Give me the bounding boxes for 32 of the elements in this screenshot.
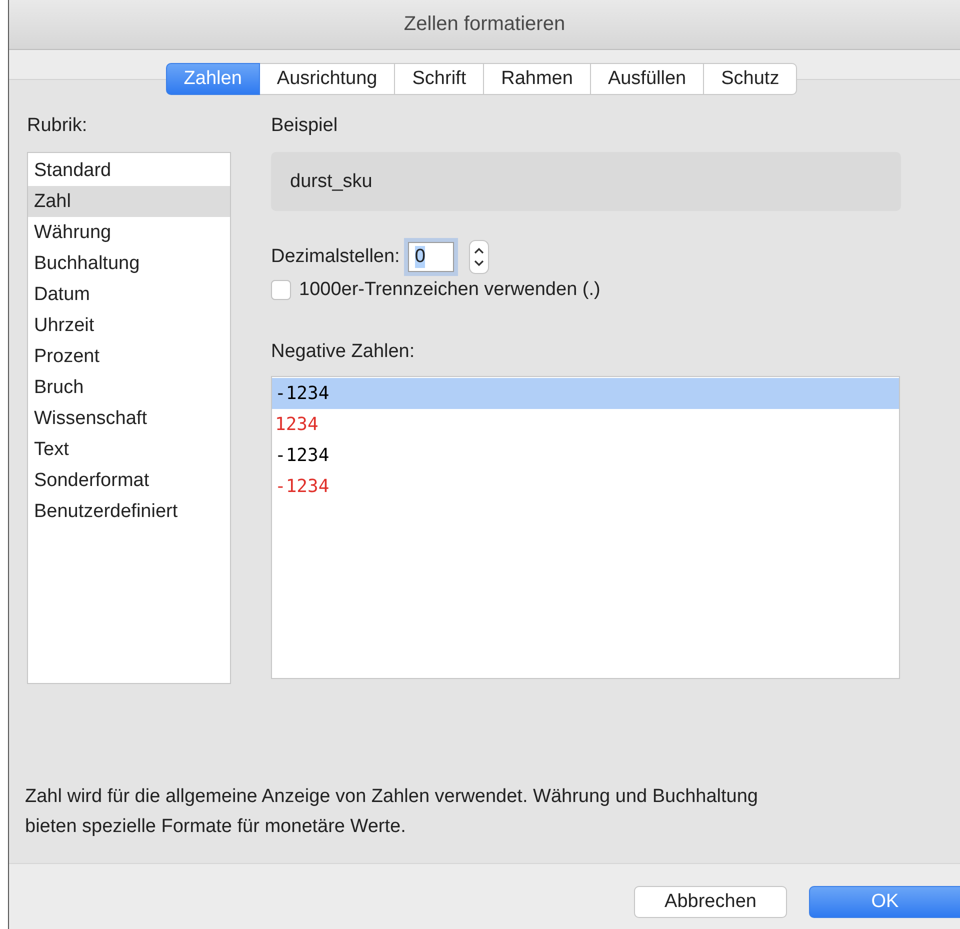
category-item[interactable]: Standard [28,155,230,186]
checkbox-label: 1000er-Trennzeichen verwenden (.) [299,279,600,301]
negative-format-item[interactable]: 1234 [272,409,899,440]
category-item[interactable]: Sonderformat [28,465,230,496]
tab[interactable]: Rahmen [484,63,591,95]
tab[interactable]: Schutz [704,63,798,95]
cancel-button[interactable]: Abbrechen [634,886,787,918]
category-item[interactable]: Wissenschaft [28,403,230,434]
category-item[interactable]: Buchhaltung [28,248,230,279]
sample-label: Beispiel [271,114,339,138]
tab[interactable]: Ausrichtung [260,63,396,95]
category-item[interactable]: Zahl [28,186,230,217]
category-label: Rubrik: [27,114,88,138]
category-item[interactable]: Uhrzeit [28,310,230,341]
category-item[interactable]: Währung [28,217,230,248]
description-text: Zahl wird für die allgemeine Anzeige von Zahlen verwendet. Währung und Buchhaltung bieten spezielle Formate für monetäre Werte. [25,786,758,837]
category-item[interactable]: Text [28,434,230,465]
decimals-label: Dezimalstellen: [271,246,400,268]
window-title: Zellen formatieren [404,13,566,36]
checkbox[interactable] [271,280,291,300]
category-item[interactable]: Benutzerdefiniert [28,496,230,527]
tab[interactable]: Ausfüllen [590,63,704,95]
category-item[interactable]: Datum [28,279,230,310]
category-item[interactable]: Bruch [28,372,230,403]
tab[interactable]: Schrift [395,63,484,95]
negative-format-item[interactable]: -1234 [272,440,899,471]
negative-format-item[interactable]: -1234 [272,471,899,502]
stepper-icon[interactable] [468,240,489,274]
sample-preview: durst_sku [271,152,901,211]
negative-numbers-label: Negative Zahlen: [271,340,416,364]
category-item[interactable]: Prozent [28,341,230,372]
negative-format-item[interactable]: -1234 [272,378,899,409]
